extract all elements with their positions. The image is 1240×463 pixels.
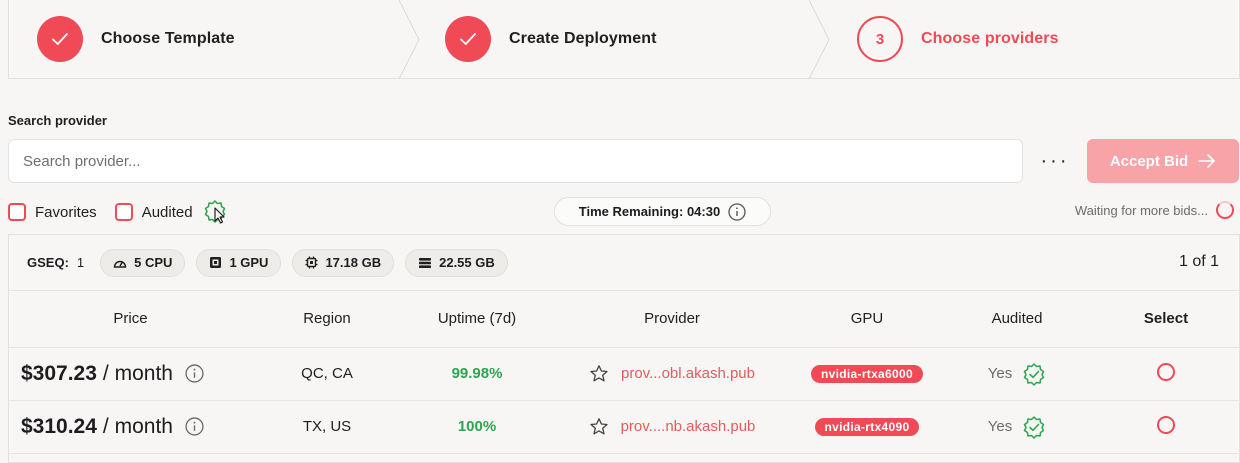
gpu-badge: nvidia-rtx4090 [814,417,920,436]
accept-bid-button[interactable]: Accept Bid [1087,139,1239,183]
info-icon[interactable] [185,417,204,436]
star-icon[interactable] [589,417,609,437]
price-cell: $307.23/ month [9,347,252,401]
search-input[interactable] [8,139,1023,183]
verified-badge-icon [1023,362,1045,386]
step-label: Choose providers [921,30,1059,47]
cpu-value: 5 CPU [134,255,173,270]
check-icon [445,16,491,62]
column-header-select: Select [1092,291,1240,348]
table-row[interactable]: $310.24/ month TX, US 100% prov....nb.ak… [9,400,1240,454]
select-cell [1092,347,1240,401]
provider-cell: prov....nb.akash.pub [552,400,792,454]
price-period: / month [102,361,173,385]
more-options-button[interactable]: ··· [1038,146,1072,176]
memory-value: 17.18 GB [325,255,382,270]
search-label: Search provider [8,113,107,128]
accept-bid-label: Accept Bid [1109,152,1189,170]
gpu-cell: nvidia-rtx4090 [792,400,942,454]
column-header-provider[interactable]: Provider [552,291,792,348]
audited-cell: Yes [942,347,1092,401]
table-header-row: Price Region Uptime (7d) Provider GPU Au… [9,291,1240,348]
price-period: / month [102,414,173,438]
cpu-badge: 5 CPU [100,248,186,277]
region-cell: TX, US [252,400,402,454]
storage-value: 22.55 GB [439,255,495,270]
verified-badge-icon [1023,415,1045,439]
favorites-label: Favorites [35,203,97,221]
provider-link[interactable]: prov....nb.akash.pub [621,418,756,435]
uptime-cell: 99.98% [402,347,552,401]
gpu-badge: nvidia-rtxa6000 [811,364,923,383]
select-cell [1092,400,1240,454]
price-cell: $310.24/ month [9,400,252,454]
step-create-deployment[interactable]: Create Deployment [419,0,830,79]
time-remaining-badge: Time Remaining: 04:30 [554,197,771,226]
gpu-chip-icon [210,257,222,268]
loading-spinner-icon [1216,201,1234,219]
gseq-label: GSEQ: [27,255,69,270]
price-amount: $310.24 [21,414,97,438]
step-number: 3 [857,16,903,62]
gpu-count-value: 1 GPU [229,255,269,270]
step-choose-providers[interactable]: 3 Choose providers [829,0,1239,78]
chevron-separator [399,0,420,79]
bids-panel: GSEQ: 1 5 CPU 1 GPU 17.18 GB 22.55 GB 1 … [8,234,1240,463]
star-icon[interactable] [589,364,609,384]
select-radio[interactable] [1157,415,1175,434]
column-header-region[interactable]: Region [252,291,402,348]
waiting-status: Waiting for more bids... [1075,201,1234,219]
chevron-separator [809,0,830,79]
waiting-text: Waiting for more bids... [1074,202,1208,218]
provider-link[interactable]: prov...obl.akash.pub [621,365,755,382]
audited-value: Yes [987,418,1013,435]
info-icon[interactable] [728,202,746,221]
provider-cell: prov...obl.akash.pub [552,347,792,401]
audited-checkbox[interactable] [114,203,133,221]
arrow-right-icon [1198,154,1215,168]
memory-chip-icon [305,256,318,269]
step-choose-template[interactable]: Choose Template [9,0,420,79]
audited-cell: Yes [942,400,1092,454]
check-icon [37,16,83,62]
storage-badge: 22.55 GB [405,248,508,277]
pagination-text: 1 of 1 [1178,253,1219,270]
select-radio[interactable] [1157,362,1175,381]
column-header-gpu[interactable]: GPU [792,291,942,348]
step-label: Choose Template [101,30,235,47]
price-amount: $307.23 [21,361,97,385]
stepper: Choose Template Create Deployment 3 Choo… [8,0,1240,79]
audited-label: Audited [141,203,193,221]
memory-badge: 17.18 GB [292,248,395,277]
uptime-cell: 100% [402,400,552,454]
info-icon[interactable] [185,364,204,383]
column-header-uptime[interactable]: Uptime (7d) [402,291,552,348]
gpu-count-badge: 1 GPU [196,248,282,277]
time-remaining-value: 04:30 [686,204,721,219]
column-header-price[interactable]: Price [9,291,252,348]
storage-icon [419,257,432,268]
time-remaining-label: Time Remaining: [578,204,684,219]
gseq-value: 1 [76,255,85,270]
table-row[interactable]: $307.23/ month QC, CA 99.98% prov...obl.… [9,347,1240,401]
gpu-cell: nvidia-rtxa6000 [792,347,942,401]
speedometer-icon [113,260,127,268]
column-header-audited[interactable]: Audited [942,291,1092,348]
step-label: Create Deployment [509,30,657,47]
audited-value: Yes [987,365,1013,382]
region-cell: QC, CA [252,347,402,401]
bids-table: Price Region Uptime (7d) Provider GPU Au… [9,291,1240,454]
audited-info-icon[interactable] [203,199,229,225]
spec-bar: GSEQ: 1 5 CPU 1 GPU 17.18 GB 22.55 GB 1 … [9,235,1239,291]
favorites-checkbox[interactable] [8,203,26,221]
filter-bar: Favorites Audited [8,200,229,224]
